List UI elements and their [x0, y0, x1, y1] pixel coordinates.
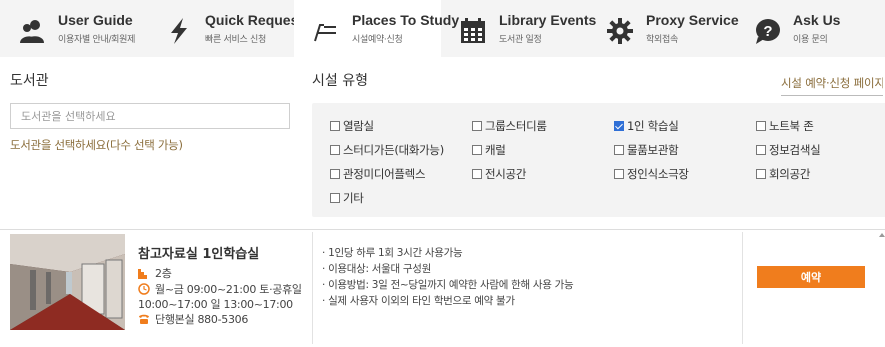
checkbox-box[interactable] — [756, 145, 766, 155]
checkbox-label: 전시공간 — [485, 167, 527, 181]
hours-text-line1: 월~금 09:00~21:00 토·공휴일 — [155, 283, 302, 296]
users-icon — [20, 20, 44, 43]
checkbox-label: 정보검색실 — [769, 143, 821, 157]
checkbox-label: 열람실 — [343, 119, 374, 133]
card-divider — [742, 232, 743, 344]
checkbox-box[interactable] — [330, 121, 340, 131]
facility-reservation-link[interactable]: 시설 예약·신청 페이지 — [781, 75, 883, 96]
facility-photo — [10, 234, 125, 330]
checkbox-label: 스터디가든(대화가능) — [343, 143, 444, 157]
checkbox-box[interactable] — [614, 169, 624, 179]
facility-checkbox[interactable]: 스터디가든(대화가능) — [330, 142, 444, 158]
checkbox-box[interactable] — [614, 145, 624, 155]
gear-icon — [607, 18, 633, 44]
facility-checkbox[interactable]: 정보검색실 — [756, 142, 821, 158]
card-divider — [312, 232, 313, 344]
usage-rule: · 실제 사용자 이외의 타인 학번으로 예약 불가 — [322, 295, 515, 307]
checkbox-label: 노트북 존 — [769, 119, 814, 133]
facility-checkbox[interactable]: 기타 — [330, 190, 364, 206]
checkbox-label: 1인 학습실 — [627, 119, 679, 133]
checkbox-box[interactable] — [330, 193, 340, 203]
nav-places-to-study[interactable]: Places To Study 시설예약·신청 — [294, 0, 459, 57]
checkbox-box[interactable] — [330, 145, 340, 155]
reserve-button[interactable]: 예약 — [757, 266, 865, 288]
floor-text: 2층 — [155, 267, 172, 280]
nav-user-guide[interactable]: User Guide 이용자별 안내/회원제 — [0, 0, 147, 57]
nav-subtitle: 학외접속 — [646, 35, 678, 45]
checkbox-label: 기타 — [343, 191, 364, 205]
facility-checkbox[interactable]: 물품보관함 — [614, 142, 679, 158]
checkbox-box[interactable] — [756, 169, 766, 179]
svg-text:?: ? — [763, 23, 772, 40]
facility-checkbox[interactable]: 노트북 존 — [756, 118, 814, 134]
nav-library-events[interactable]: Library Events 도서관 일정 — [441, 0, 596, 57]
facility-checkbox[interactable]: 관정미디어플렉스 — [330, 166, 426, 182]
lightning-icon — [171, 18, 187, 44]
hours-text-line2: 10:00~17:00 일 13:00~17:00 — [138, 298, 293, 311]
facility-title: 참고자료실 1인학습실 — [138, 247, 260, 262]
facility-phone: 단행본실 880-5306 — [138, 311, 248, 327]
checkbox-label: 캐럴 — [485, 143, 506, 157]
clock-icon — [138, 283, 150, 295]
checkbox-box[interactable] — [756, 121, 766, 131]
nav-subtitle: 이용 문의 — [793, 35, 828, 45]
nav-title: Library Events — [499, 12, 597, 28]
facility-checkbox[interactable]: 그룹스터디룸 — [472, 118, 547, 134]
checkbox-label: 관정미디어플렉스 — [343, 167, 426, 181]
floor-stairs-icon — [138, 269, 147, 279]
library-select-input[interactable] — [10, 103, 290, 129]
checkbox-label: 회의공간 — [769, 167, 811, 181]
scroll-up-arrow-icon[interactable] — [879, 232, 885, 240]
checkbox-box[interactable] — [472, 145, 482, 155]
facility-hours-cont: 10:00~17:00 일 13:00~17:00 — [138, 296, 293, 312]
checkbox-label: 정인식소극장 — [627, 167, 689, 181]
question-bubble-icon: ? — [756, 19, 780, 44]
facility-checkbox[interactable]: 정인식소극장 — [614, 166, 689, 182]
nav-quick-requests[interactable]: Quick Requests 빠른 서비스 신청 — [147, 0, 311, 57]
usage-rule: · 1인당 하루 1회 3시간 사용가능 — [322, 247, 463, 259]
facility-checkbox[interactable]: 캐럴 — [472, 142, 506, 158]
nav-subtitle: 이용자별 안내/회원제 — [58, 35, 136, 45]
facility-checkbox[interactable]: 회의공간 — [756, 166, 810, 182]
facility-checkbox[interactable]: 1인 학습실 — [614, 118, 679, 134]
checkbox-box[interactable] — [330, 169, 340, 179]
facility-checkbox[interactable]: 열람실 — [330, 118, 374, 134]
facility-type-label: 시설 유형 — [312, 73, 368, 89]
calendar-icon — [461, 18, 485, 43]
top-navigation: User Guide 이용자별 안내/회원제 Quick Requests 빠른… — [0, 0, 885, 57]
nav-proxy-service[interactable]: Proxy Service 학외접속 — [588, 0, 739, 57]
usage-rule: · 이용방법: 3일 전~당일까지 예약한 사람에 한해 사용 가능 — [322, 279, 574, 291]
chair-icon — [314, 24, 336, 42]
nav-title: User Guide — [58, 12, 133, 28]
nav-title: Proxy Service — [646, 12, 739, 28]
library-label: 도서관 — [10, 73, 49, 89]
facility-checkbox[interactable]: 전시공간 — [472, 166, 526, 182]
nav-subtitle: 도서관 일정 — [499, 35, 542, 45]
checkbox-label: 물품보관함 — [627, 143, 679, 157]
usage-rule: · 이용대상: 서울대 구성원 — [322, 263, 431, 275]
nav-title: Ask Us — [793, 12, 841, 28]
facility-floor: 2층 — [138, 265, 172, 281]
checkbox-box-checked[interactable] — [614, 121, 624, 131]
facility-hours: 월~금 09:00~21:00 토·공휴일 — [138, 281, 302, 297]
phone-text: 단행본실 880-5306 — [155, 313, 249, 326]
nav-ask-us[interactable]: ? Ask Us 이용 문의 — [735, 0, 882, 57]
checkbox-label: 그룹스터디룸 — [485, 119, 547, 133]
checkbox-box[interactable] — [472, 169, 482, 179]
library-hint: 도서관을 선택하세요(다수 선택 가능) — [10, 138, 183, 152]
phone-icon — [139, 314, 149, 324]
checkbox-box[interactable] — [472, 121, 482, 131]
